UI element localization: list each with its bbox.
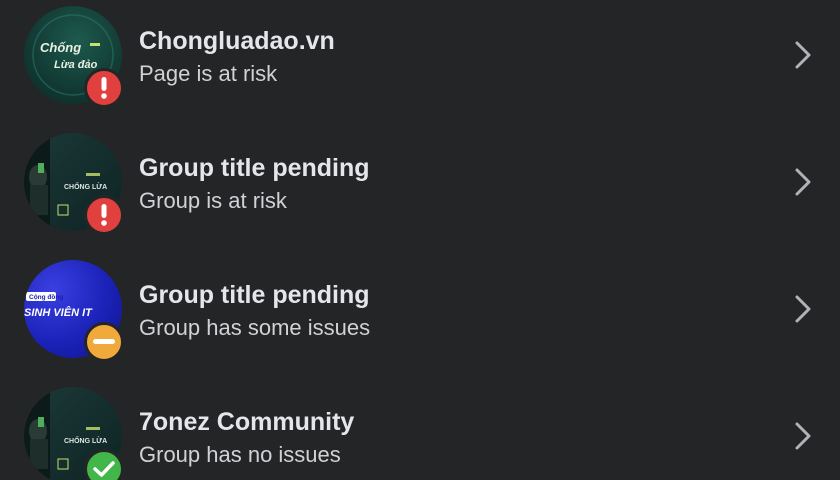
avatar-container: Cộng đồng SINH VIÊN IT: [24, 260, 124, 362]
item-title: Group title pending: [139, 154, 370, 182]
list-item-group-pending-1[interactable]: CHỐNG LỪA Group title pending Group is a…: [0, 121, 840, 247]
status-badge-risk: [84, 195, 124, 235]
chevron-right-icon[interactable]: [792, 165, 814, 199]
list-item-group-pending-2[interactable]: Cộng đồng SINH VIÊN IT Group title pendi…: [0, 248, 840, 374]
avatar-logo-line1: Chống: [40, 40, 81, 55]
avatar-cover-tag: Cộng đồng: [29, 292, 63, 301]
status-badge-issues: [84, 322, 124, 362]
chevron-right-icon[interactable]: [792, 292, 814, 326]
avatar-cover-text: CHỐNG LỪA: [64, 435, 107, 445]
item-title: Chongluadao.vn: [139, 27, 335, 55]
chevron-right-icon[interactable]: [792, 38, 814, 72]
list-item-7onez-community[interactable]: CHỐNG LỪA 7onez Community Group has no i…: [0, 375, 840, 480]
exclamation-icon: [101, 204, 107, 226]
avatar-container: CHỐNG LỪA: [24, 387, 124, 480]
avatar-cover-text: SINH VIÊN IT: [24, 306, 93, 319]
checkmark-icon: [93, 461, 115, 477]
avatar-cover-text: CHỐNG LỪA: [64, 181, 107, 191]
minus-icon: [93, 339, 115, 344]
account-status-list: Chống Lừa đảo Chongluadao.vn Page is at …: [0, 0, 840, 480]
list-item-chongluadao-page[interactable]: Chống Lừa đảo Chongluadao.vn Page is at …: [0, 0, 840, 120]
item-status-text: Group has no issues: [139, 442, 341, 467]
item-status-text: Group is at risk: [139, 188, 287, 213]
exclamation-icon: [101, 77, 107, 99]
chevron-right-icon[interactable]: [792, 419, 814, 453]
item-status-text: Group has some issues: [139, 315, 371, 340]
status-badge-risk: [84, 68, 124, 108]
avatar-container: CHỐNG LỪA: [24, 133, 124, 235]
item-title: 7onez Community: [139, 408, 355, 436]
avatar-logo-line2: Lừa đảo: [54, 59, 98, 71]
avatar-container: Chống Lừa đảo: [24, 6, 124, 108]
item-title: Group title pending: [139, 281, 370, 309]
item-status-text: Page is at risk: [139, 61, 278, 86]
